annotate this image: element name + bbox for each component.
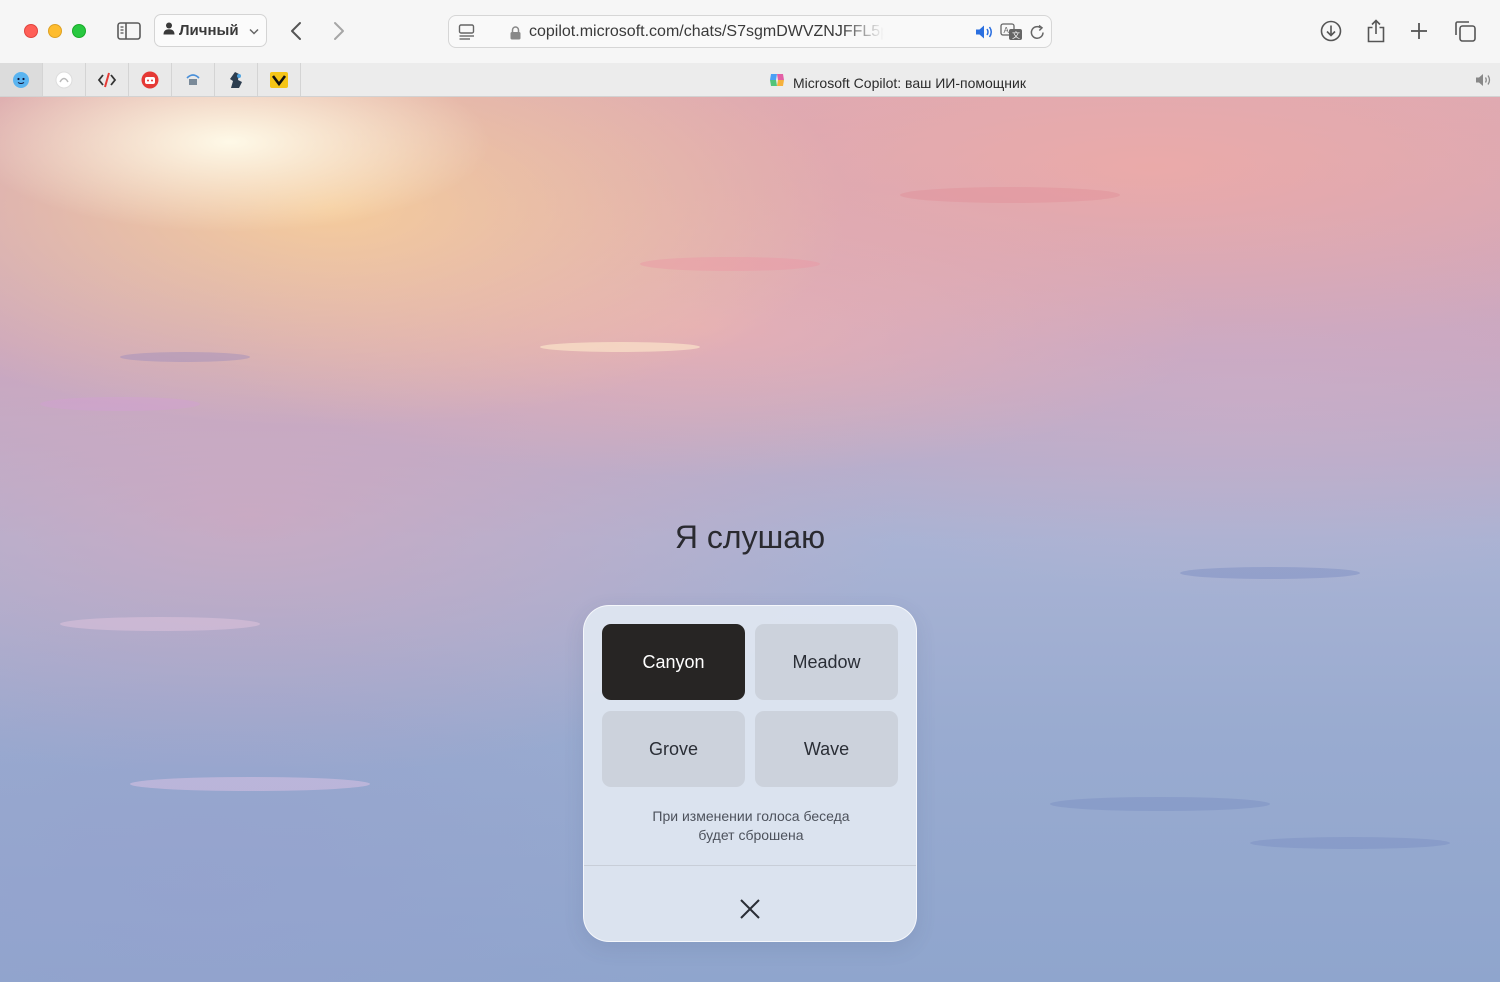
close-button[interactable] xyxy=(728,889,772,933)
pinned-tab-5[interactable] xyxy=(172,63,215,96)
pinned-tab-2[interactable] xyxy=(43,63,86,96)
browser-window: Личный copilot.microsoft.com/chats/S7sgm… xyxy=(0,0,1500,982)
water-ripple xyxy=(1250,837,1450,849)
address-bar[interactable]: copilot.microsoft.com/chats/S7sgmDWVZNJF… xyxy=(448,15,1052,48)
tab-bar: Microsoft Copilot: ваш ИИ-помощник xyxy=(0,63,1500,97)
browser-toolbar: Личный copilot.microsoft.com/chats/S7sgm… xyxy=(0,0,1500,63)
voice-option-grove[interactable]: Grove xyxy=(602,711,745,787)
voice-reset-notice: При изменении голоса беседа будет сброше… xyxy=(604,807,898,845)
tab-audio-icon[interactable] xyxy=(1474,72,1494,88)
chevron-right-icon[interactable] xyxy=(329,20,349,42)
voice-option-wave[interactable]: Wave xyxy=(755,711,898,787)
person-icon xyxy=(163,22,175,40)
tabs-overview-icon[interactable] xyxy=(1453,19,1477,43)
profile-label: Личный xyxy=(179,22,239,39)
pinned-tab-7[interactable] xyxy=(258,63,301,96)
reload-icon[interactable] xyxy=(1028,23,1046,41)
water-ripple xyxy=(540,342,700,352)
water-ripple xyxy=(900,187,1120,203)
water-ripple xyxy=(640,257,820,271)
water-ripple xyxy=(40,397,200,411)
translate-icon[interactable]: A文 xyxy=(1000,22,1024,42)
address-url[interactable]: copilot.microsoft.com/chats/S7sgmDWVZNJF… xyxy=(529,23,884,41)
pinned-tab-1[interactable] xyxy=(0,63,43,96)
pinned-tab-6[interactable] xyxy=(215,63,258,96)
chevron-left-icon[interactable] xyxy=(286,20,306,42)
panel-divider xyxy=(584,865,916,866)
copilot-logo-icon xyxy=(768,71,786,94)
water-ripple xyxy=(1180,567,1360,579)
profile-switcher[interactable]: Личный xyxy=(154,14,267,47)
page-menu-icon[interactable] xyxy=(457,23,477,41)
pinned-tab-4[interactable] xyxy=(129,63,172,96)
share-icon[interactable] xyxy=(1364,18,1388,44)
chevron-down-icon xyxy=(249,22,259,40)
close-icon xyxy=(739,898,761,925)
voice-option-meadow[interactable]: Meadow xyxy=(755,624,898,700)
listening-heading: Я слушаю xyxy=(674,519,826,555)
water-ripple xyxy=(1050,797,1270,811)
active-tab-title: Microsoft Copilot: ваш ИИ-помощник xyxy=(793,74,1026,91)
voice-option-canyon[interactable]: Canyon xyxy=(602,624,745,700)
svg-text:A: A xyxy=(1004,26,1010,35)
voice-reset-notice-line-2: будет сброшена xyxy=(698,827,804,843)
close-window-button[interactable] xyxy=(24,24,38,38)
plus-icon[interactable] xyxy=(1408,20,1430,42)
speaker-icon[interactable] xyxy=(975,23,995,41)
voice-reset-notice-line-1: При изменении голоса беседа xyxy=(652,808,850,824)
svg-text:文: 文 xyxy=(1012,30,1020,40)
copilot-voice-background: Я слушаю Canyon Meadow Grove Wave При из… xyxy=(0,97,1500,982)
download-icon[interactable] xyxy=(1319,19,1343,43)
water-ripple xyxy=(130,777,370,791)
zoom-window-button[interactable] xyxy=(72,24,86,38)
minimize-window-button[interactable] xyxy=(48,24,62,38)
active-tab[interactable]: Microsoft Copilot: ваш ИИ-помощник xyxy=(768,71,1026,94)
pinned-tab-3[interactable] xyxy=(86,63,129,96)
voice-selector-panel: Canyon Meadow Grove Wave При изменении г… xyxy=(583,605,917,942)
pinned-tabs xyxy=(0,63,301,96)
water-ripple xyxy=(60,617,260,631)
water-ripple xyxy=(120,352,250,362)
lock-icon xyxy=(509,25,521,40)
sidebar-icon[interactable] xyxy=(116,20,142,42)
